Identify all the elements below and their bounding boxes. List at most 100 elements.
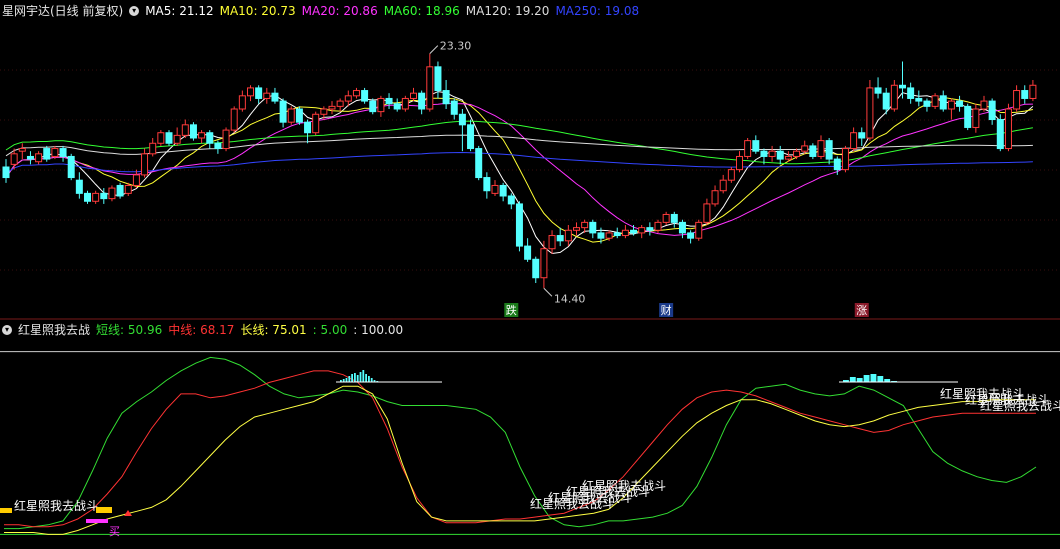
candle-body	[670, 213, 678, 223]
candle-body	[907, 87, 915, 99]
peak-bar	[348, 376, 351, 382]
candle-body	[736, 155, 743, 171]
high-price-label: 23.30	[440, 40, 472, 53]
candle-body	[475, 148, 483, 179]
candle-body	[727, 169, 735, 181]
peak-bar	[356, 375, 359, 382]
candle-body	[75, 179, 83, 194]
candle-body	[189, 124, 197, 139]
candle-body	[630, 229, 638, 234]
candle-body	[141, 153, 149, 176]
candle-body	[165, 132, 173, 144]
candle-body	[304, 121, 312, 134]
candle-body	[149, 142, 157, 155]
candle-body	[206, 132, 214, 144]
candle-body	[92, 192, 100, 202]
candle-body	[638, 227, 646, 234]
candle-body	[931, 95, 939, 107]
signal-bar	[0, 508, 12, 513]
candle-body	[328, 105, 336, 110]
candle-body	[939, 95, 947, 110]
candle-body	[157, 132, 165, 144]
candle-body	[35, 153, 43, 163]
candle-body	[915, 97, 923, 102]
candle-body	[312, 113, 320, 134]
candle-body	[996, 119, 1004, 150]
indicator-line-短线	[4, 356, 1037, 530]
candle-body	[760, 150, 768, 157]
candle-body	[589, 221, 597, 234]
candle-body	[116, 184, 124, 197]
candle-body	[621, 229, 629, 237]
candle-body	[295, 108, 303, 123]
candle-body	[956, 100, 964, 107]
candle-body	[825, 140, 833, 160]
candle-body	[320, 108, 328, 115]
peak-bar	[849, 377, 856, 382]
candle-body	[222, 129, 230, 150]
candle-body	[817, 140, 825, 157]
candle-body	[336, 100, 344, 107]
candle-body	[369, 100, 377, 113]
candle-body	[548, 235, 556, 250]
candle-body	[418, 92, 426, 110]
candle-body	[703, 203, 711, 223]
signal-annotation: 红星照我去战斗	[14, 498, 98, 513]
candle-body	[662, 213, 670, 223]
candle-body	[597, 232, 605, 239]
candle-body	[719, 179, 727, 192]
peak-bar	[354, 373, 356, 382]
candle-body	[491, 184, 499, 194]
candle-body	[654, 221, 662, 231]
candle-body	[882, 92, 890, 110]
candle-body	[352, 90, 360, 97]
candle-body	[793, 150, 801, 157]
candle-body	[540, 248, 548, 279]
candle-body	[556, 235, 564, 242]
candle-body	[923, 100, 931, 107]
candle-body	[458, 113, 466, 126]
candle-body	[2, 166, 10, 179]
candle-body	[581, 221, 589, 229]
candle-body	[687, 232, 695, 239]
candle-body	[426, 66, 434, 110]
candle-body	[393, 103, 401, 110]
candle-body	[344, 95, 352, 102]
candle-body	[59, 148, 67, 157]
candle-body	[198, 132, 206, 139]
candle-body	[214, 142, 222, 150]
candle-body	[230, 108, 238, 131]
candle-body	[124, 184, 132, 194]
low-pointer	[543, 287, 553, 297]
candle-body	[947, 100, 955, 110]
candle-body	[1029, 84, 1037, 99]
candle-body	[809, 145, 817, 157]
candle-body	[132, 174, 140, 186]
candle-body	[874, 87, 882, 94]
candle-body	[1004, 108, 1012, 150]
candle-body	[695, 221, 703, 239]
peak-bar	[368, 376, 370, 382]
candle-body	[573, 227, 580, 231]
candle-body	[450, 100, 458, 115]
candle-body	[801, 145, 809, 152]
stock-chart[interactable]: 23.3014.40 跌财涨 红星照我去战斗 红星照我去战斗红星照我去战斗红星照我…	[0, 0, 1060, 549]
candle-body	[10, 153, 18, 165]
peak-bar	[362, 370, 365, 382]
candle-body	[776, 150, 784, 160]
candle-body	[1013, 90, 1021, 110]
candle-body	[833, 158, 841, 171]
low-price-label: 14.40	[554, 292, 586, 305]
candle-body	[181, 124, 189, 136]
candle-body	[988, 100, 996, 121]
peak-bar	[370, 378, 373, 382]
candle-body	[279, 100, 287, 123]
candle-body	[100, 192, 108, 200]
candle-body	[467, 124, 475, 150]
candle-body	[850, 132, 858, 150]
candle-body	[507, 195, 515, 205]
candle-body	[784, 155, 792, 160]
candle-body	[483, 177, 491, 192]
candle-body	[173, 134, 181, 144]
signal-bar	[96, 507, 112, 513]
